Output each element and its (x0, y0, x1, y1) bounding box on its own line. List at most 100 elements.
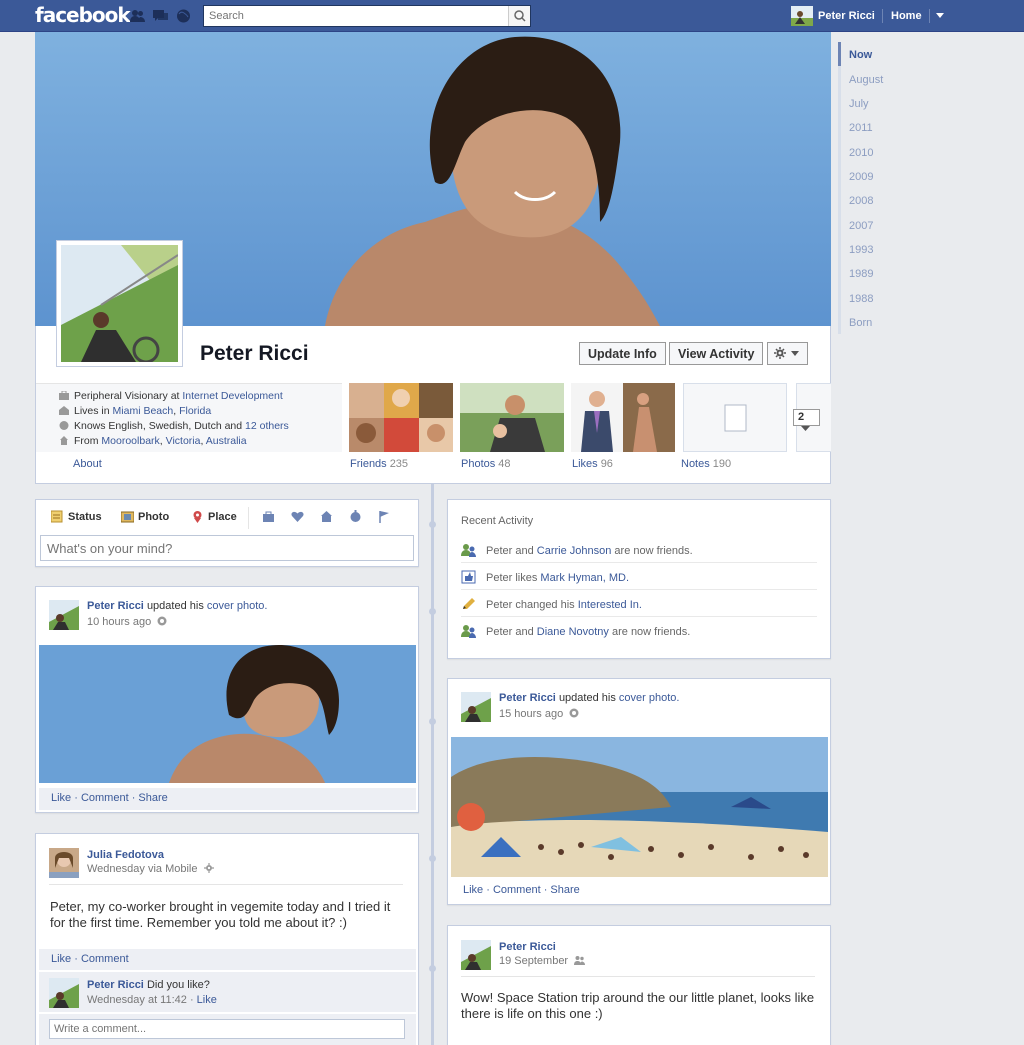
comment-time[interactable]: Wednesday at 11:42 · (87, 994, 194, 1006)
friends-box-label[interactable]: Friends 235 (350, 458, 408, 470)
activity-link[interactable]: Mark Hyman, MD. (540, 572, 629, 584)
from-city-link[interactable]: Mooroolbark (101, 435, 159, 447)
photo-tab[interactable]: Photo (121, 510, 169, 523)
search-box[interactable] (203, 5, 531, 27)
notes-thumbnail[interactable] (683, 383, 787, 452)
notifications-globe-icon[interactable] (176, 9, 191, 23)
lives-state-link[interactable]: Florida (179, 405, 211, 417)
more-boxes-dropdown[interactable]: 2 (793, 409, 820, 431)
commenter-avatar[interactable] (49, 978, 79, 1008)
search-input[interactable] (204, 6, 504, 25)
comment-author[interactable]: Peter Ricci (87, 979, 144, 991)
public-globe-icon[interactable] (157, 616, 167, 626)
home-link[interactable]: Home (891, 10, 922, 22)
post-author[interactable]: Peter Ricci (87, 600, 144, 612)
post-time[interactable]: 19 September (499, 955, 568, 967)
languages-others-link[interactable]: 12 others (245, 420, 289, 432)
life-event-flag-icon[interactable] (378, 510, 391, 523)
work-link[interactable]: Internet Development (182, 390, 282, 402)
post-author[interactable]: Peter Ricci (499, 692, 556, 704)
post-time[interactable]: Wednesday via Mobile (87, 863, 197, 875)
lives-city-link[interactable]: Miami Beach (113, 405, 174, 417)
timeline-nav-born[interactable]: Born (849, 317, 872, 329)
photos-box-label[interactable]: Photos 48 (461, 458, 511, 470)
post-actions[interactable]: Like · Comment · Share (39, 788, 416, 810)
post-time[interactable]: 15 hours ago (499, 708, 563, 720)
from-state-link[interactable]: Victoria (166, 435, 201, 447)
friends-label[interactable]: Friends (350, 458, 387, 470)
timeline-dot (429, 718, 436, 725)
timeline-nav-1989[interactable]: 1989 (849, 268, 873, 280)
timeline-nav-2009[interactable]: 2009 (849, 171, 873, 183)
update-info-button[interactable]: Update Info (579, 342, 666, 365)
cover-photo-link[interactable]: cover photo. (207, 600, 268, 612)
timeline-nav-2011[interactable]: 2011 (849, 122, 873, 134)
life-event-home-icon[interactable] (320, 510, 333, 523)
account-menu-chevron-icon[interactable] (936, 13, 944, 18)
facebook-logo[interactable]: facebook (35, 3, 131, 27)
gear-icon[interactable] (203, 863, 214, 873)
public-globe-icon[interactable] (569, 708, 579, 718)
post-author[interactable]: Peter Ricci (499, 941, 556, 953)
post-timestamp[interactable]: 10 hours ago (87, 616, 167, 628)
notes-box-label[interactable]: Notes 190 (681, 458, 731, 470)
messages-icon[interactable] (153, 9, 168, 23)
likes-thumbnail[interactable] (571, 383, 675, 452)
place-tab[interactable]: Place (191, 510, 237, 523)
author-avatar[interactable] (461, 692, 491, 722)
about-link[interactable]: About (73, 458, 102, 470)
photos-thumbnail[interactable] (460, 383, 564, 452)
life-event-work-icon[interactable] (262, 510, 275, 523)
user-avatar[interactable] (791, 6, 813, 26)
author-avatar[interactable] (49, 600, 79, 630)
post-timestamp[interactable]: Wednesday via Mobile (87, 863, 214, 875)
friends-thumbnail[interactable] (349, 383, 453, 452)
life-event-heart-icon[interactable] (291, 510, 304, 523)
life-event-health-icon[interactable] (349, 510, 362, 523)
post-author[interactable]: Julia Fedotova (87, 849, 164, 861)
author-avatar[interactable] (461, 940, 491, 970)
settings-button[interactable] (767, 342, 808, 365)
cover-photo-link[interactable]: cover photo. (619, 692, 680, 704)
status-tab[interactable]: Status (51, 510, 102, 523)
profile-photo (61, 245, 179, 364)
comment-like-link[interactable]: Like (197, 994, 217, 1006)
activity-link[interactable]: Interested In. (578, 599, 642, 611)
post-time[interactable]: 10 hours ago (87, 616, 151, 628)
timeline-nav-1988[interactable]: 1988 (849, 293, 873, 305)
post-timestamp[interactable]: 19 September (499, 955, 586, 967)
timeline-nav-july[interactable]: July (849, 98, 869, 110)
post-actions[interactable]: Like · Comment (39, 949, 416, 970)
activity-link[interactable]: Diane Novotny (537, 626, 609, 638)
author-avatar[interactable] (49, 848, 79, 878)
activity-row: Peter and Carrie Johnson are now friends… (461, 536, 817, 563)
activity-post: are now friends. (611, 626, 691, 638)
timeline-nav-2010[interactable]: 2010 (849, 147, 873, 159)
friend-requests-icon[interactable] (130, 9, 145, 23)
beach-photo[interactable] (451, 737, 828, 877)
from-country-link[interactable]: Australia (206, 435, 247, 447)
likes-label[interactable]: Likes (572, 458, 598, 470)
user-name-link[interactable]: Peter Ricci (818, 10, 875, 22)
search-button[interactable] (508, 6, 530, 26)
post-cover-image[interactable] (39, 645, 416, 783)
profile-picture[interactable] (56, 240, 183, 367)
post-header: Peter Ricci (499, 941, 556, 953)
timeline-nav-2008[interactable]: 2008 (849, 195, 873, 207)
photos-label[interactable]: Photos (461, 458, 495, 470)
activity-link[interactable]: Carrie Johnson (537, 545, 612, 557)
view-activity-button[interactable]: View Activity (669, 342, 764, 365)
notes-label[interactable]: Notes (681, 458, 710, 470)
timeline-nav-now[interactable]: Now (849, 49, 872, 61)
timeline-nav-2007[interactable]: 2007 (849, 220, 873, 232)
comment-input[interactable] (49, 1019, 405, 1039)
comment-body: Peter Ricci Did you like? (87, 979, 210, 991)
status-input[interactable] (40, 535, 414, 561)
friends-audience-icon[interactable] (574, 955, 586, 965)
comment-text: Did you like? (146, 979, 210, 991)
post-actions[interactable]: Like · Comment · Share (451, 880, 828, 902)
timeline-nav-1993[interactable]: 1993 (849, 244, 873, 256)
timeline-nav-august[interactable]: August (849, 74, 883, 86)
likes-box-label[interactable]: Likes 96 (572, 458, 613, 470)
post-timestamp[interactable]: 15 hours ago (499, 708, 579, 720)
